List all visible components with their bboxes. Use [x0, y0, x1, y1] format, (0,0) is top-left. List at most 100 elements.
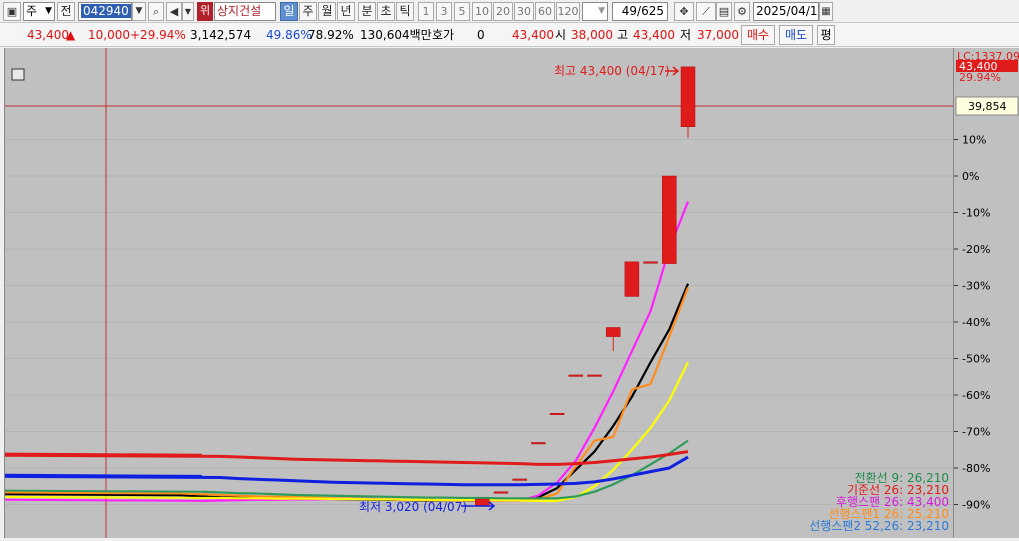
- low-annotation: 최저 3,020 (04/07): [359, 500, 467, 514]
- period-day-button[interactable]: 일: [280, 2, 298, 21]
- prev-button[interactable]: 전: [57, 2, 75, 21]
- period-month-button[interactable]: 월: [318, 2, 336, 21]
- series-line: [201, 439, 689, 500]
- interval-1-button[interactable]: 1: [418, 2, 434, 21]
- candle-body: [531, 442, 546, 445]
- current-price: 43,400: [27, 28, 69, 42]
- series-line-extension: [4, 495, 202, 499]
- window-icon[interactable]: ▣: [3, 2, 21, 21]
- low-label: 저: [680, 28, 692, 42]
- price-change-pct: +29.94%: [130, 28, 186, 42]
- stock-code-input[interactable]: 042940: [78, 2, 132, 21]
- chart-canvas: 최고 43,400 (04/17) 최저 3,020 (04/07) 전환선 9…: [4, 48, 954, 538]
- volume-ratio: 49.86%: [266, 28, 312, 42]
- candle-body: [493, 491, 509, 494]
- high-price: 43,400: [633, 28, 675, 42]
- candle-body: [662, 175, 677, 264]
- chevron-down-icon[interactable]: ▼: [132, 2, 146, 21]
- trend-line-icon[interactable]: ⟋: [696, 2, 716, 21]
- speaker-icon[interactable]: ◀: [166, 2, 182, 21]
- interval-60-button[interactable]: 60: [535, 2, 555, 21]
- y-tick-label: -50%: [962, 353, 990, 366]
- interval-3-button[interactable]: 3: [436, 2, 452, 21]
- sell-button[interactable]: 매도: [779, 25, 813, 45]
- y-tick-label: -40%: [962, 316, 990, 329]
- stock-code-value: 042940: [81, 4, 131, 18]
- calendar-icon[interactable]: ▦: [819, 2, 833, 21]
- crosshair-value-tag: 39,854: [968, 100, 1007, 113]
- interval-10-button[interactable]: 10: [472, 2, 492, 21]
- pointer-tool-icon[interactable]: ✥: [674, 2, 694, 21]
- candle-body: [680, 66, 696, 127]
- count-field[interactable]: 49/625: [612, 2, 668, 21]
- hoga-price: 43,400: [512, 28, 554, 42]
- count-value: 49/625: [621, 4, 664, 18]
- series-line-extension: [4, 489, 202, 493]
- series-line-extension: [4, 498, 202, 502]
- low-price: 37,000: [697, 28, 739, 42]
- y-tick-label: -70%: [962, 426, 990, 439]
- series-line-extension: [4, 473, 202, 478]
- chart-plot-area[interactable]: 최고 43,400 (04/17) 최저 3,020 (04/07) 전환선 9…: [4, 48, 954, 538]
- chart-legend: 전환선 9: 26,210기준선 26: 23,210후행스팬 26: 43,4…: [809, 471, 949, 533]
- period-year-button[interactable]: 년: [337, 2, 355, 21]
- candles: [475, 66, 696, 506]
- candle-body: [512, 478, 527, 481]
- interval-custom-select[interactable]: ▼: [582, 2, 608, 21]
- trade-amount: 130,604백만: [360, 28, 432, 42]
- series-line-extension: [4, 493, 184, 497]
- legend-item: 선행스팬2 52,26: 23,210: [809, 518, 949, 533]
- gear-icon[interactable]: ⚙: [734, 2, 750, 21]
- up-arrow-icon: ▲: [66, 28, 76, 42]
- buy-button[interactable]: 매수: [741, 25, 775, 45]
- chart-grid: [5, 139, 954, 505]
- chevron-down-icon: ▼: [598, 6, 605, 16]
- date-field[interactable]: 2025/04/17: [753, 2, 825, 21]
- candle-body: [475, 498, 490, 506]
- stock-name: 상지건설: [217, 4, 262, 18]
- series-line: [201, 201, 690, 502]
- search-icon[interactable]: ⌕: [148, 2, 164, 21]
- market-select[interactable]: 주 ▼: [23, 2, 55, 21]
- toolbar: ▣ 주 ▼ 전 042940 ▼ ⌕ ◀ ▼ 위 상지건설 일 주 월 년 분 초…: [0, 0, 1019, 23]
- candle-body: [568, 374, 584, 377]
- stock-name-field: 상지건설: [214, 2, 276, 21]
- period-second-button[interactable]: 초: [377, 2, 395, 21]
- warning-badge: 위: [197, 2, 213, 21]
- y-tick-label: -80%: [962, 462, 990, 475]
- save-icon[interactable]: ▤: [716, 2, 732, 21]
- y-axis-canvas: LC:1337.09 43,400 29.94% 39,854 10%0%-10…: [954, 50, 1019, 512]
- y-tick-label: -10%: [962, 207, 990, 220]
- eval-button[interactable]: 평: [817, 25, 835, 45]
- hoga-value: 0: [477, 28, 485, 42]
- interval-120-button[interactable]: 120: [556, 2, 580, 21]
- date-value: 2025/04/17: [756, 4, 826, 18]
- candle-body: [643, 261, 658, 264]
- chart-menu-icon[interactable]: [11, 68, 25, 81]
- market-label: 주: [26, 4, 38, 18]
- y-tick-label: -20%: [962, 243, 990, 256]
- y-tick-label: 0%: [962, 170, 979, 183]
- y-tick-label: 10%: [962, 134, 986, 147]
- candle-body: [549, 413, 565, 415]
- y-tick-label: -60%: [962, 389, 990, 402]
- interval-30-button[interactable]: 30: [514, 2, 534, 21]
- interval-20-button[interactable]: 20: [493, 2, 513, 21]
- volume: 3,142,574: [190, 28, 252, 42]
- chevron-down-icon: ▼: [45, 6, 52, 16]
- period-minute-button[interactable]: 분: [358, 2, 376, 21]
- period-tick-button[interactable]: 틱: [396, 2, 414, 21]
- price-info-bar: 43,400 ▲ 10,000 +29.94% 3,142,574 49.86%…: [0, 23, 1019, 47]
- series-line-extension: [4, 452, 202, 457]
- series-line-extension: [4, 491, 184, 495]
- open-label: 시: [555, 28, 567, 42]
- candle-body: [624, 261, 640, 297]
- y-axis: LC:1337.09 43,400 29.94% 39,854 10% 0% -10…: [953, 48, 1019, 538]
- high-label: 고: [617, 28, 629, 42]
- indicator-lines: [4, 201, 690, 502]
- turnover-ratio: 78.92%: [308, 28, 354, 42]
- chevron-down-icon[interactable]: ▼: [182, 2, 194, 21]
- high-annotation: 최고 43,400 (04/17): [554, 64, 670, 78]
- period-week-button[interactable]: 주: [299, 2, 317, 21]
- interval-5-button[interactable]: 5: [454, 2, 470, 21]
